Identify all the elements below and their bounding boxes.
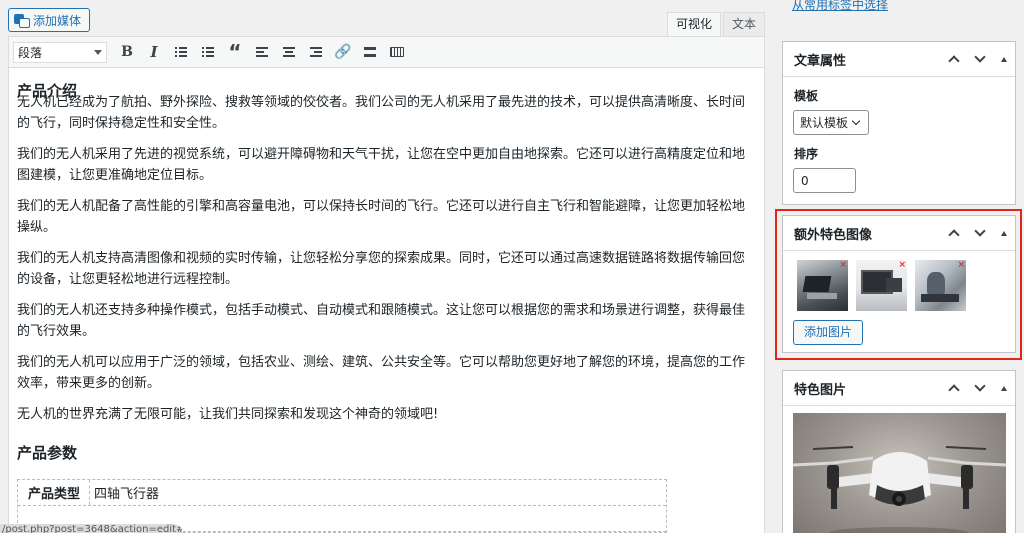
panel-title: 文章属性 bbox=[794, 53, 847, 69]
template-select[interactable]: 默认模板 bbox=[793, 110, 869, 135]
add-image-button[interactable]: 添加图片 bbox=[793, 320, 864, 345]
post-editor: 段落 B I “ 🔗 产品介绍 无人机已经成为了航拍、野外探险、搜救等领域的佼佼… bbox=[8, 36, 765, 533]
tab-text[interactable]: 文本 bbox=[722, 12, 765, 36]
horizontal-rule-icon[interactable] bbox=[357, 39, 383, 65]
chevron-down-icon[interactable] bbox=[969, 377, 991, 399]
bold-icon[interactable]: B bbox=[114, 39, 140, 65]
editor-toolbar: 段落 B I “ 🔗 bbox=[9, 37, 764, 68]
numbered-list-icon[interactable] bbox=[195, 39, 221, 65]
order-input[interactable]: 0 bbox=[793, 168, 856, 193]
paragraph: 我们的无人机采用了先进的视觉系统，可以避开障碍物和天气干扰，让您在空中更加自由地… bbox=[17, 147, 746, 183]
editor-tabs: 可视化 文本 bbox=[666, 12, 765, 36]
chevron-down-icon[interactable] bbox=[969, 48, 991, 70]
keyboard-shortcut-icon[interactable] bbox=[384, 39, 410, 65]
status-url: /post.php?post=3648&action=edit# bbox=[0, 524, 182, 533]
toggle-panel-icon[interactable] bbox=[1001, 385, 1007, 391]
chevron-up-icon[interactable] bbox=[943, 222, 965, 244]
paragraph: 我们的无人机可以应用于广泛的领域，包括农业、测绘、建筑、公共安全等。它可以帮助您… bbox=[17, 355, 746, 391]
image-thumbnails: × × × bbox=[783, 251, 1015, 311]
table-row: 产品类型 四轴飞行器 bbox=[18, 480, 666, 506]
page-attributes-panel: 文章属性 模板 默认模板 排序 0 bbox=[782, 41, 1016, 205]
align-left-icon[interactable] bbox=[249, 39, 275, 65]
remove-image-icon[interactable]: × bbox=[957, 261, 965, 270]
featured-image-panel: 特色图片 bbox=[782, 370, 1016, 533]
panel-title: 额外特色图像 bbox=[794, 227, 873, 243]
panel-header[interactable]: 特色图片 bbox=[783, 371, 1015, 406]
paragraph: 我们的无人机支持高清图像和视频的实时传输，让您轻松分享您的探索成果。同时，它还可… bbox=[17, 251, 746, 287]
image-thumbnail[interactable]: × bbox=[856, 260, 907, 311]
align-right-icon[interactable] bbox=[303, 39, 329, 65]
section-heading: 产品参数 bbox=[17, 444, 78, 462]
panel-header[interactable]: 额外特色图像 bbox=[783, 216, 1015, 251]
drone-image bbox=[793, 446, 1006, 533]
template-label: 模板 bbox=[794, 89, 819, 103]
section-heading-cut: 产品介绍 bbox=[17, 82, 78, 100]
add-media-label: 添加媒体 bbox=[33, 13, 82, 28]
panel-title: 特色图片 bbox=[794, 382, 847, 398]
format-select[interactable]: 段落 bbox=[13, 41, 107, 63]
chevron-down-icon[interactable] bbox=[969, 222, 991, 244]
add-media-button[interactable]: 添加媒体 bbox=[8, 8, 91, 32]
paragraph: 我们的无人机还支持多种操作模式，包括手动模式、自动模式和跟随模式。这让您可以根据… bbox=[17, 303, 746, 339]
chevron-up-icon[interactable] bbox=[943, 48, 965, 70]
align-center-icon[interactable] bbox=[276, 39, 302, 65]
spec-value: 四轴飞行器 bbox=[94, 487, 160, 502]
image-thumbnail[interactable]: × bbox=[797, 260, 848, 311]
tab-visual[interactable]: 可视化 bbox=[666, 12, 721, 36]
remove-image-icon[interactable]: × bbox=[839, 261, 847, 270]
panel-header[interactable]: 文章属性 bbox=[783, 42, 1015, 77]
choose-common-tags-link[interactable]: 从常用标签中选择 bbox=[792, 0, 888, 13]
toggle-panel-icon[interactable] bbox=[1001, 56, 1007, 62]
featured-image[interactable] bbox=[793, 413, 1006, 533]
paragraph: 无人机的世界充满了无限可能，让我们共同探索和发现这个神奇的领域吧! bbox=[17, 407, 439, 422]
template-select-value: 默认模板 bbox=[800, 116, 849, 130]
editor-content[interactable]: 产品介绍 无人机已经成为了航拍、野外探险、搜救等领域的佼佼者。我们公司的无人机采… bbox=[9, 82, 764, 533]
media-icon bbox=[13, 13, 30, 28]
remove-image-icon[interactable]: × bbox=[898, 261, 906, 270]
chevron-up-icon[interactable] bbox=[943, 377, 965, 399]
bullet-list-icon[interactable] bbox=[168, 39, 194, 65]
paragraph: 我们的无人机配备了高性能的引擎和高容量电池，可以保持长时间的飞行。它还可以进行自… bbox=[17, 199, 746, 235]
spec-key: 产品类型 bbox=[18, 480, 90, 505]
extra-featured-images-panel: 额外特色图像 × × × 添加图片 bbox=[782, 215, 1016, 353]
image-thumbnail[interactable]: × bbox=[915, 260, 966, 311]
italic-icon[interactable]: I bbox=[141, 39, 167, 65]
chevron-down-icon bbox=[851, 116, 861, 126]
format-select-value: 段落 bbox=[18, 45, 43, 60]
blockquote-icon[interactable]: “ bbox=[222, 39, 248, 65]
link-icon[interactable]: 🔗 bbox=[330, 39, 356, 65]
chevron-down-icon bbox=[94, 49, 102, 55]
paragraph: 无人机已经成为了航拍、野外探险、搜救等领域的佼佼者。我们公司的无人机采用了最先进… bbox=[17, 95, 746, 131]
toggle-panel-icon[interactable] bbox=[1001, 230, 1007, 236]
order-label: 排序 bbox=[794, 147, 819, 161]
